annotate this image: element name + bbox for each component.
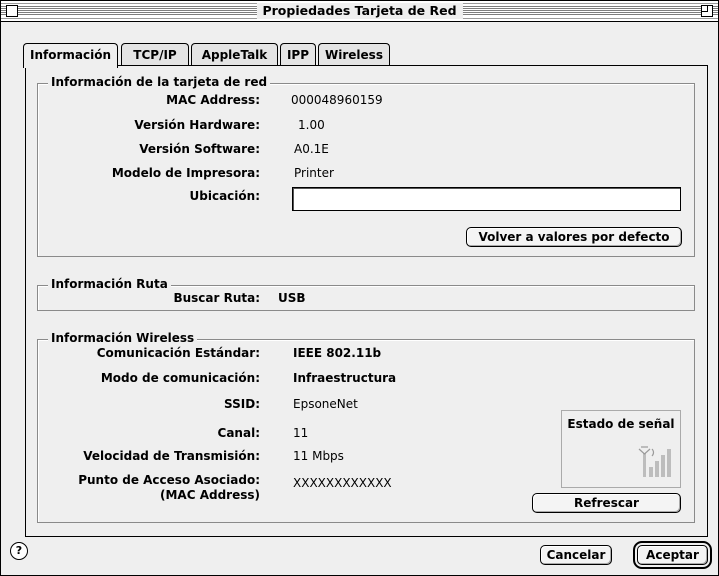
tab-tcpip[interactable]: TCP/IP <box>121 43 189 66</box>
signal-strength-icon <box>638 446 671 477</box>
window-title: Propiedades Tarjeta de Red <box>256 3 463 19</box>
reset-defaults-button[interactable]: Volver a valores por defecto <box>466 227 682 247</box>
card-info-title: Información de la tarjeta de red <box>48 75 271 89</box>
access-point-label: Punto de Acceso Asociado: <box>78 473 260 487</box>
printer-model-value: Printer <box>294 166 334 180</box>
accept-button[interactable]: Aceptar <box>633 541 712 569</box>
properties-window: Propiedades Tarjeta de Red Información T… <box>0 0 719 576</box>
zoom-box[interactable] <box>701 5 713 17</box>
software-version-label: Versión Software: <box>139 142 260 156</box>
mode-label: Modo de comunicación: <box>100 371 260 385</box>
signal-status-box: Estado de señal <box>561 410 681 488</box>
cancel-button[interactable]: Cancelar <box>540 545 612 565</box>
mac-address-label: MAC Address: <box>166 93 260 107</box>
speed-label: Velocidad de Transmisión: <box>83 449 260 463</box>
mode-value: Infraestructura <box>293 371 397 385</box>
refresh-button[interactable]: Refrescar <box>532 493 681 513</box>
signal-status-title: Estado de señal <box>567 417 675 431</box>
speed-value: 11 Mbps <box>293 449 344 463</box>
wireless-info-title: Información Wireless <box>48 331 198 345</box>
printer-model-label: Modelo de Impresora: <box>111 166 260 180</box>
channel-value: 11 <box>293 426 309 440</box>
tab-wireless[interactable]: Wireless <box>318 43 390 66</box>
software-version-value: A0.1E <box>294 142 329 156</box>
channel-label: Canal: <box>217 426 260 440</box>
location-label: Ubicación: <box>189 189 260 203</box>
access-point-value: XXXXXXXXXXXX <box>293 476 392 490</box>
tab-ipp[interactable]: IPP <box>280 43 316 66</box>
title-bar[interactable]: Propiedades Tarjeta de Red <box>1 1 718 22</box>
route-info-group: Información Ruta <box>37 277 695 311</box>
help-icon[interactable]: ? <box>10 542 28 560</box>
search-route-value: USB <box>278 291 306 305</box>
tab-appletalk[interactable]: AppleTalk <box>191 43 278 66</box>
search-route-label: Buscar Ruta: <box>173 291 260 305</box>
mac-address-value: 000048960159 <box>291 93 383 107</box>
hardware-version-value: 1.00 <box>298 118 325 132</box>
location-input[interactable] <box>292 187 681 211</box>
tab-informacion[interactable]: Información <box>23 43 118 68</box>
close-box[interactable] <box>6 5 18 17</box>
ssid-label: SSID: <box>224 397 260 411</box>
standard-label: Comunicación Estándar: <box>96 346 260 360</box>
ssid-value: EpsoneNet <box>293 397 358 411</box>
standard-value: IEEE 802.11b <box>293 346 382 360</box>
route-info-title: Información Ruta <box>48 277 171 291</box>
access-point-label-mac: (MAC Address) <box>160 488 260 502</box>
hardware-version-label: Versión Hardware: <box>134 118 260 132</box>
